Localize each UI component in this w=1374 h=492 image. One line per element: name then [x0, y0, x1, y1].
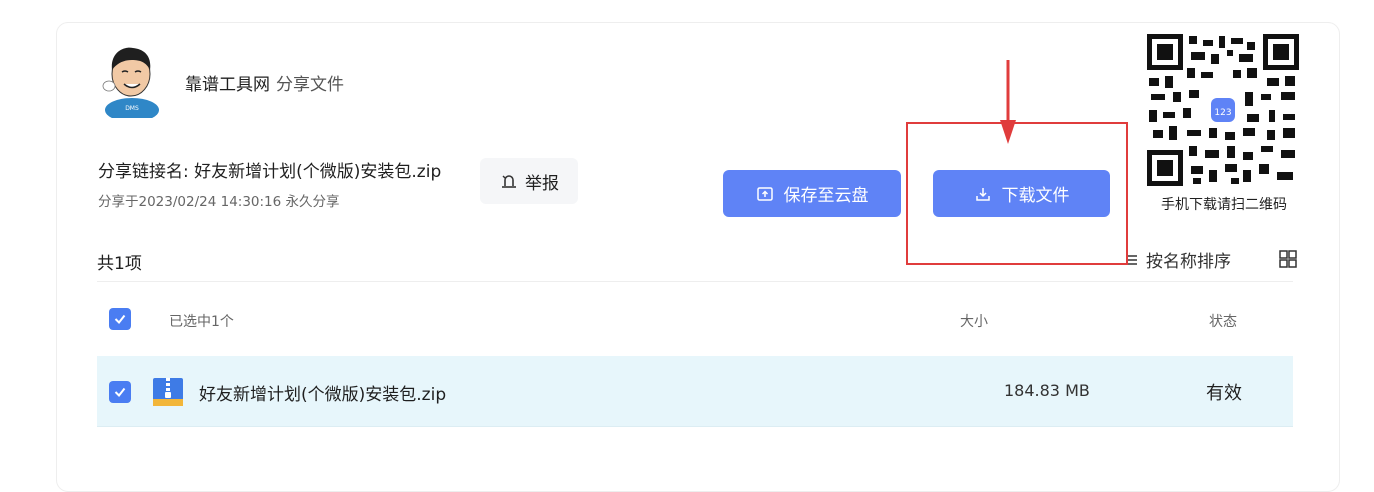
upload-folder-icon	[756, 186, 773, 201]
header-selected-count: 已选中1个	[169, 314, 234, 330]
qr-code: 123	[1147, 34, 1299, 186]
file-status: 有效	[1206, 383, 1242, 404]
select-all-checkbox[interactable]	[109, 308, 131, 330]
sort-label: 按名称排序	[1146, 252, 1231, 272]
qr-caption: 手机下载请扫二维码	[1161, 197, 1287, 213]
avatar: DMS	[102, 47, 159, 118]
svg-text:DMS: DMS	[125, 105, 139, 112]
sort-by-name-button[interactable]: 按名称排序	[1124, 247, 1231, 272]
annotation-arrow-icon	[1000, 60, 1016, 144]
alarm-bell-icon	[502, 175, 516, 188]
list-divider	[97, 281, 1293, 282]
item-count: 共1项	[97, 254, 142, 274]
sharer-name: 靠谱工具网	[185, 75, 270, 95]
share-link-name: 分享链接名: 好友新增计划(个微版)安装包.zip	[98, 162, 442, 182]
row-checkbox[interactable]	[109, 381, 131, 403]
report-label: 举报	[525, 173, 559, 194]
sharer-suffix: 分享文件	[276, 75, 344, 95]
save-to-cloud-button[interactable]: 保存至云盘	[723, 170, 901, 217]
file-size: 184.83 MB	[1004, 381, 1090, 400]
header-size: 大小	[960, 314, 988, 330]
checkmark-icon	[114, 387, 126, 398]
svg-text:123: 123	[1214, 108, 1231, 118]
save-to-cloud-label: 保存至云盘	[783, 186, 869, 206]
report-button[interactable]: 举报	[480, 158, 578, 204]
grid-view-icon[interactable]	[1279, 250, 1297, 268]
header-status: 状态	[1209, 314, 1237, 330]
table-row[interactable]: 好友新增计划(个微版)安装包.zip 184.83 MB 有效	[97, 356, 1293, 427]
checkmark-icon	[114, 314, 126, 325]
file-name[interactable]: 好友新增计划(个微版)安装包.zip	[199, 380, 446, 405]
list-sort-icon	[1128, 254, 1137, 265]
zip-file-icon	[153, 378, 183, 406]
share-meta: 分享于2023/02/24 14:30:16 永久分享	[98, 194, 340, 210]
sharer-line: 靠谱工具网 分享文件	[185, 70, 344, 95]
